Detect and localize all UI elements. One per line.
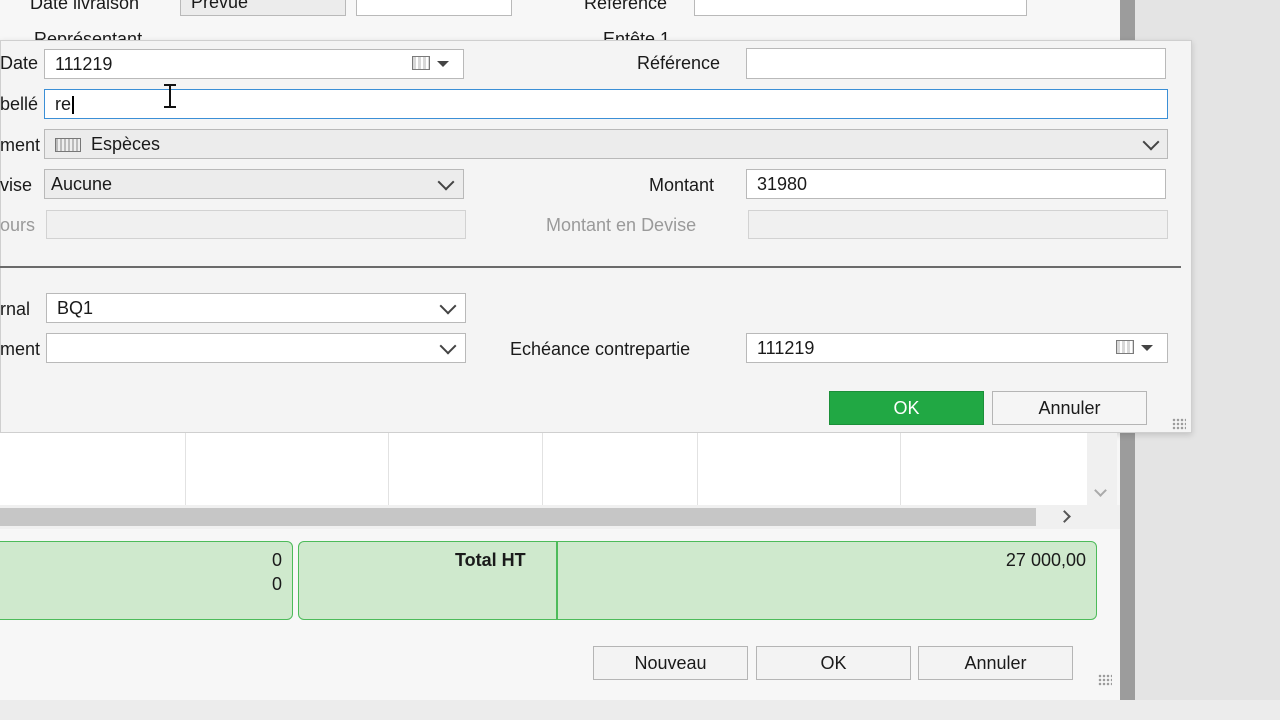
dialog-ok-button[interactable]: OK <box>829 391 984 425</box>
grid-divider <box>900 433 901 505</box>
libelle-value: re <box>55 94 72 114</box>
date-livraison-value: Prévue <box>191 0 249 12</box>
total-ht-value: 27 000,00 <box>1005 550 1086 570</box>
text-cursor-icon <box>169 84 171 108</box>
echeance-date-field[interactable]: 111219 <box>746 333 1168 363</box>
bg-reference-label: Référence <box>584 0 668 13</box>
footer-annuler-button[interactable]: Annuler <box>918 646 1073 680</box>
dialog-cancel-button[interactable]: Annuler <box>992 391 1147 425</box>
grid-divider <box>697 433 698 505</box>
date-label: Date <box>0 53 39 73</box>
date-livraison-date-field[interactable] <box>356 0 512 16</box>
total-left-value-1: 0 <box>271 550 282 570</box>
dropdown-arrow-icon[interactable] <box>437 61 449 67</box>
dropdown-arrow-icon[interactable] <box>1141 345 1153 351</box>
montant-field[interactable]: 31980 <box>746 169 1166 199</box>
devise-select[interactable]: Aucune <box>44 169 464 199</box>
libelle-label: bellé <box>0 94 39 114</box>
reglement-select[interactable]: Espèces <box>44 129 1168 159</box>
lines-grid <box>0 433 1087 505</box>
total-ht-label: Total HT <box>455 550 526 570</box>
journal-select[interactable]: BQ1 <box>46 293 466 323</box>
resize-grip-icon[interactable] <box>1172 418 1186 430</box>
calendar-icon[interactable] <box>412 56 430 70</box>
echeance-value: 111219 <box>757 338 815 358</box>
footer-ok-button[interactable]: OK <box>756 646 911 680</box>
montant-label: Montant <box>649 175 715 195</box>
lower-select[interactable] <box>46 333 466 363</box>
reference-label: Référence <box>637 53 721 73</box>
bg-reference-field[interactable] <box>694 0 1027 16</box>
nouveau-button[interactable]: Nouveau <box>593 646 748 680</box>
journal-label: rnal <box>0 299 31 319</box>
text-cursor-bottom <box>164 106 176 108</box>
grid-divider <box>542 433 543 505</box>
payment-mode-icon <box>55 138 81 153</box>
taskbar-strip <box>0 700 1280 720</box>
devise-value: Aucune <box>51 174 113 194</box>
devise-label: vise <box>0 175 33 195</box>
grid-divider <box>388 433 389 505</box>
date-livraison-select[interactable]: Prévue <box>180 0 346 16</box>
echeance-label: Echéance contrepartie <box>510 339 691 359</box>
cours-label: ours <box>0 215 36 235</box>
date-field[interactable]: 111219 <box>44 49 464 79</box>
reglement-value: Espèces <box>91 134 161 154</box>
separator-line <box>0 266 1181 268</box>
reference-field[interactable] <box>746 48 1166 79</box>
montant-value: 31980 <box>757 174 808 194</box>
montant-devise-label: Montant en Devise <box>546 215 697 235</box>
total-left-value-2: 0 <box>271 574 282 594</box>
date-livraison-label: Date livraison <box>30 0 140 13</box>
resize-grip-icon[interactable] <box>1098 674 1112 686</box>
text-caret <box>72 96 74 115</box>
text-cursor-top <box>164 84 176 86</box>
montant-devise-field <box>748 210 1168 239</box>
date-value: 111219 <box>55 54 113 74</box>
totals-ht-divider <box>556 542 558 619</box>
horizontal-scrollbar-thumb[interactable] <box>0 508 1036 526</box>
libelle-input[interactable]: re <box>44 89 1168 119</box>
grid-divider <box>185 433 186 505</box>
reglement-label: ment <box>0 135 41 155</box>
journal-value: BQ1 <box>57 298 94 318</box>
calendar-icon[interactable] <box>1116 340 1134 354</box>
lower-select-label: ment <box>0 339 41 359</box>
cours-field <box>46 210 466 239</box>
